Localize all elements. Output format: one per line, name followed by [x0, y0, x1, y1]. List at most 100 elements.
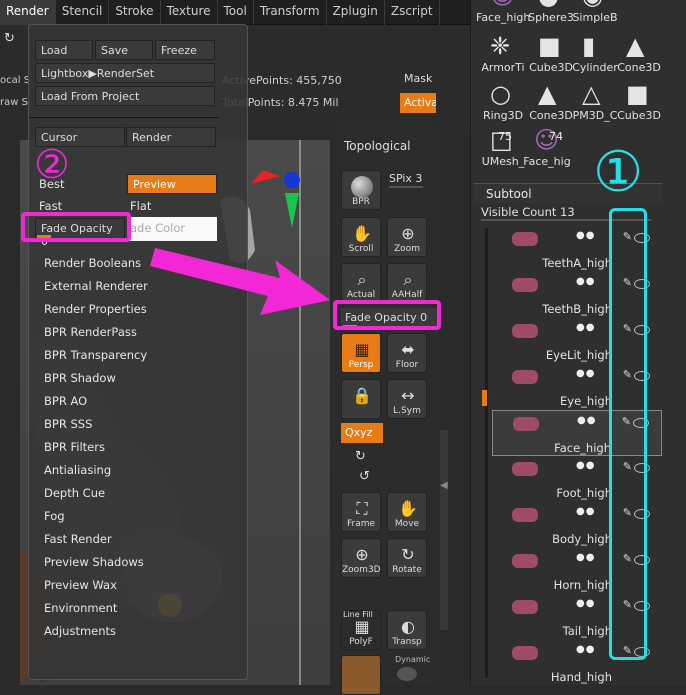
spix-slider[interactable]: SPix 3	[389, 172, 422, 185]
save-button[interactable]: Save	[95, 40, 153, 60]
subtool-toggle-dots[interactable]: ●●	[576, 368, 595, 379]
render-menu-item[interactable]: Render Properties	[44, 302, 147, 316]
subtool-title: Subtool	[486, 187, 532, 201]
actual-button[interactable]: ⌕ Actual	[341, 263, 381, 303]
subtool-toggle-dots[interactable]: ●●	[576, 276, 595, 287]
subtool-toggle-dots[interactable]: ●●	[576, 552, 595, 563]
render-menu-item[interactable]: BPR Transparency	[44, 348, 147, 362]
subtool-toggle-dots[interactable]: ●●	[576, 460, 595, 471]
freeze-button[interactable]: Freeze	[155, 40, 215, 60]
render-menu-item[interactable]: BPR Filters	[44, 440, 105, 454]
sym-arrows-icon: ↔	[401, 386, 415, 405]
tool-thumbnail[interactable]: ▲ Cone3D	[616, 30, 662, 76]
menu-zplugin[interactable]: Zplugin	[327, 0, 385, 25]
sphere-icon	[351, 176, 373, 198]
lock-icon: 🔒	[352, 386, 372, 405]
render-menu-item[interactable]: Render Booleans	[44, 256, 141, 270]
render-menu-item[interactable]: Environment	[44, 601, 117, 615]
menu-transform[interactable]: Transform	[254, 0, 327, 25]
shelf-scrollbar[interactable]	[440, 430, 448, 630]
menu-stencil[interactable]: Stencil	[56, 0, 110, 25]
bottom-orange-button[interactable]	[341, 655, 381, 695]
tool-label: Ring3D	[482, 109, 524, 122]
render-menu-item[interactable]: Antialiasing	[44, 463, 111, 477]
scroll-button[interactable]: ✋ Scroll	[341, 217, 381, 257]
annotation-arrow	[150, 248, 330, 315]
tool-label: Face_high	[476, 11, 530, 24]
rotate-y-icon[interactable]: ↻	[355, 449, 366, 464]
tool-label: SimpleB	[572, 11, 618, 24]
aahalf-button[interactable]: ⌕ AAHalf	[387, 263, 427, 303]
render-menu-item[interactable]: Fast Render	[44, 532, 112, 546]
fast-option[interactable]: Fast	[39, 199, 62, 213]
floor-icon: ⬌	[401, 340, 415, 359]
load-button[interactable]: Load	[35, 40, 93, 60]
menu-render[interactable]: Render	[0, 0, 56, 25]
frame-button[interactable]: ⛶ Frame	[341, 492, 381, 532]
hand-icon: ✋	[352, 224, 372, 243]
tool-thumbnail[interactable]: ○ Ring3D	[480, 78, 526, 124]
render-menu-item[interactable]: Depth Cue	[44, 486, 105, 500]
tool-thumbnail[interactable]: ◉SimpleB	[572, 0, 618, 26]
lightbox-renderset-button[interactable]: Lightbox▶RenderSet	[35, 63, 215, 83]
render-menu-item[interactable]: Preview Shadows	[44, 555, 144, 569]
flat-option[interactable]: Flat	[130, 199, 151, 213]
tool-thumbnail[interactable]: ■ Cube3D	[616, 78, 662, 124]
rotate-z-icon[interactable]: ↺	[359, 469, 370, 484]
collapse-arrow-icon[interactable]: ◀	[440, 480, 448, 491]
visible-count-slider[interactable]: Visible Count 13	[481, 205, 575, 219]
render-menu-item[interactable]: BPR AO	[44, 394, 87, 408]
load-from-project-button[interactable]: Load From Project	[35, 86, 215, 106]
subtool-thumbnail	[512, 232, 538, 246]
subtool-toggle-dots[interactable]: ●●	[576, 644, 595, 655]
menu-stroke[interactable]: Stroke	[109, 0, 161, 25]
subtool-toggle-dots[interactable]: ●●	[576, 506, 595, 517]
render-menu-item[interactable]: BPR Shadow	[44, 371, 116, 385]
zoom-button[interactable]: ⊕ Zoom	[387, 217, 427, 257]
persp-button[interactable]: ▦ Persp	[341, 333, 381, 373]
subtool-toggle-dots[interactable]: ●●	[576, 322, 595, 333]
lock-button[interactable]: 🔒	[341, 379, 381, 419]
floor-button[interactable]: ⬌ Floor	[387, 333, 427, 373]
polyf-button[interactable]: ▦ PolyF	[341, 610, 381, 650]
tool-thumbnail[interactable]: ❈ ArmorTi	[480, 30, 526, 76]
bpr-button[interactable]: BPR	[341, 170, 381, 210]
transp-button[interactable]: ◐ Transp	[387, 610, 427, 650]
preview-option[interactable]: Preview	[127, 174, 217, 194]
menu-texture[interactable]: Texture	[161, 0, 218, 25]
refresh-icon[interactable]: ↻	[4, 31, 15, 46]
activate-button[interactable]: Activa	[400, 93, 436, 113]
subtool-scroll-thumb[interactable]	[482, 390, 487, 406]
render-button[interactable]: Render	[126, 127, 216, 147]
zoom3d-button[interactable]: ⊕ Zoom3D	[341, 538, 381, 578]
aahalf-icon: ⌕	[403, 270, 413, 289]
sphere-icon: ●	[538, 0, 559, 10]
axis-gizmo[interactable]	[245, 168, 305, 233]
lsym-label: L.Sym	[393, 406, 421, 416]
render-menu-item[interactable]: Fog	[44, 509, 65, 523]
render-menu-item[interactable]: Preview Wax	[44, 578, 117, 592]
tool-thumbnail[interactable]: ☺ Face_hig	[523, 124, 570, 170]
subtool-toggle-dots[interactable]: ●●	[576, 230, 595, 241]
subtool-toggle-dots[interactable]: ●●	[577, 415, 596, 426]
transparency-icon: ◐	[401, 617, 415, 636]
floor-label: Floor	[395, 360, 419, 370]
render-menu-item[interactable]: BPR SSS	[44, 417, 92, 431]
subtool-toggle-dots[interactable]: ●●	[576, 598, 595, 609]
subtool-scrollbar[interactable]	[485, 228, 488, 678]
xyz-button[interactable]: Qxyz	[341, 423, 383, 443]
render-menu-item[interactable]: External Renderer	[44, 279, 148, 293]
rotate-button[interactable]: ↻ Rotate	[387, 538, 427, 578]
subtool-name: Hand_high	[550, 670, 612, 684]
annotation-box-visibility-column	[609, 208, 647, 660]
lsym-button[interactable]: ↔ L.Sym	[387, 379, 427, 419]
render-menu-item[interactable]: Adjustments	[44, 624, 116, 638]
dynamic-icon[interactable]	[397, 667, 417, 681]
cone-icon: ▲	[626, 32, 645, 60]
tool-thumbnail[interactable]: ☺Face_high	[476, 0, 530, 26]
move-button[interactable]: ✋ Move	[387, 492, 427, 532]
frame-label: Frame	[346, 519, 376, 529]
menu-zscript[interactable]: Zscript	[385, 0, 440, 25]
menu-tool[interactable]: Tool	[218, 0, 254, 25]
render-menu-item[interactable]: BPR RenderPass	[44, 325, 137, 339]
